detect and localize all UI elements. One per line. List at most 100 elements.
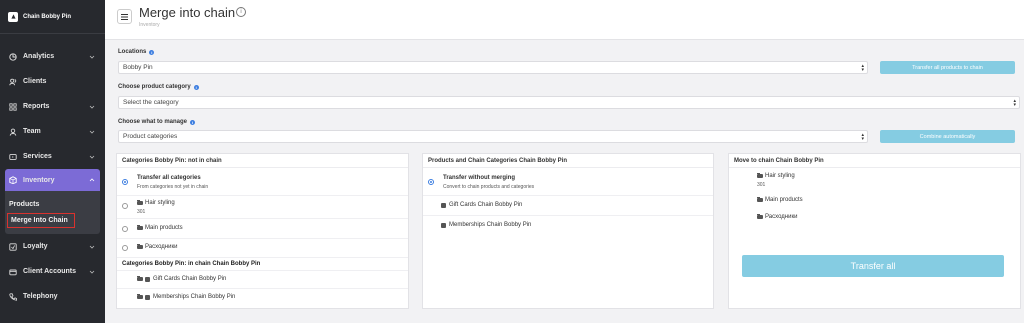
radio-button[interactable] [122, 179, 128, 185]
list-item-label: Gift Cards Chain Bobby Pin [441, 202, 522, 208]
chevron-down-icon [89, 55, 95, 59]
list-item-label: Gift Cards Chain Bobby Pin [137, 276, 226, 282]
folder-icon [137, 294, 143, 299]
list-item-label: Hair styling [757, 173, 795, 179]
list-item[interactable]: Hair styling 301 [117, 196, 408, 219]
folder-icon [137, 200, 143, 205]
sidebar-item-label: Analytics [23, 53, 55, 60]
info-icon[interactable]: i [149, 49, 155, 55]
sidebar: Chain Bobby Pin Analytics Clients Report… [0, 0, 105, 323]
list-item-name: Hair styling [145, 200, 175, 206]
panel-title: Products and Chain Categories Chain Bobb… [423, 154, 713, 168]
option-subtitle: Convert to chain products and categories [443, 184, 535, 190]
sidebar-item-label: Clients [23, 78, 47, 85]
manage-select[interactable]: Product categories ▴ ▾ [118, 130, 868, 143]
info-icon[interactable]: i [190, 119, 196, 125]
membership-icon [145, 294, 150, 300]
select-arrows-icon: ▴ ▾ [1013, 98, 1016, 108]
manage-label: Choose what to manage i [118, 119, 196, 125]
page-title: Merge into chain [139, 5, 236, 20]
list-item-label: Hair styling [137, 200, 175, 206]
folder-icon [757, 214, 763, 219]
sidebar-item-label: Client Accounts [23, 268, 77, 275]
grid-icon [9, 102, 17, 111]
hamburger-icon [121, 13, 128, 20]
transfer-all-button[interactable]: Transfer all [742, 255, 1004, 277]
sidebar-item-clients[interactable]: Clients [0, 69, 105, 94]
list-item[interactable]: Memberships Chain Bobby Pin [423, 216, 713, 236]
sidebar-item-loyalty[interactable]: Loyalty [0, 234, 105, 259]
brand[interactable]: Chain Bobby Pin [0, 0, 105, 34]
chevron-down-icon [89, 105, 95, 109]
list-item-name: Main products [765, 197, 803, 203]
chevron-down-icon [89, 245, 95, 249]
list-item[interactable]: Gift Cards Chain Bobby Pin [423, 196, 713, 216]
submenu-item-merge-into-chain[interactable]: Merge Into Chain [7, 213, 75, 228]
list-item: Main products [729, 191, 1020, 210]
option-transfer-all-categories[interactable]: Transfer all categories From categories … [117, 168, 408, 196]
sidebar-item-label: Inventory [23, 176, 55, 184]
radio-button[interactable] [122, 203, 128, 209]
folder-icon [757, 197, 763, 202]
list-item-count: 301 [757, 182, 766, 188]
sidebar-item-client-accounts[interactable]: Client Accounts [0, 259, 105, 284]
sidebar-item-inventory[interactable]: Inventory [5, 169, 100, 191]
radio-button[interactable] [122, 226, 128, 232]
info-icon[interactable]: i [193, 84, 199, 90]
list-item-label: Расходники [757, 214, 797, 220]
sidebar-item-label: Team [23, 128, 41, 135]
chevron-down-icon [89, 155, 95, 159]
list-item-label: Main products [137, 225, 183, 231]
locations-select[interactable]: Bobby Pin ▴ ▾ [118, 61, 868, 74]
brand-name: Chain Bobby Pin [23, 13, 71, 20]
list-item[interactable]: Main products [117, 219, 408, 239]
radio-button[interactable] [428, 179, 434, 185]
option-transfer-without-merging[interactable]: Transfer without merging Convert to chai… [423, 168, 713, 196]
wallet-icon [9, 268, 17, 276]
sidebar-item-reports[interactable]: Reports [0, 94, 105, 119]
list-item: Gift Cards Chain Bobby Pin [117, 271, 408, 289]
chevron-down-icon [89, 270, 95, 274]
in-chain-section-title: Categories Bobby Pin: in chain Chain Bob… [117, 258, 408, 271]
sidebar-item-label: Services [23, 153, 52, 160]
pie-chart-icon [9, 52, 17, 61]
list-item-name: Main products [145, 225, 183, 231]
list-item: Memberships Chain Bobby Pin [117, 289, 408, 306]
chevron-down-icon [89, 130, 95, 134]
list-item[interactable]: Расходники [117, 239, 408, 258]
breadcrumb: Inventory [139, 22, 160, 28]
list-item-name: Hair styling [765, 173, 795, 179]
list-item-name: Расходники [765, 214, 798, 220]
menu-toggle-button[interactable] [117, 9, 132, 24]
submenu-item-products[interactable]: Products [5, 195, 100, 213]
category-label-text: Choose product category [118, 84, 191, 90]
panel-title: Move to chain Chain Bobby Pin [729, 154, 1020, 168]
list-item-name: Gift Cards Chain Bobby Pin [449, 202, 523, 208]
user-icon [9, 128, 17, 136]
loyalty-icon [9, 242, 17, 251]
sidebar-item-telephony[interactable]: Telephony [0, 284, 105, 309]
combine-automatically-button[interactable]: Combine automatically [880, 130, 1015, 143]
category-select[interactable]: Select the category ▴ ▾ [118, 96, 1020, 109]
list-item-label: Memberships Chain Bobby Pin [137, 294, 235, 300]
list-item-count: 301 [137, 209, 146, 215]
category-label: Choose product category i [118, 84, 199, 90]
category-select-placeholder: Select the category [123, 99, 179, 106]
sidebar-item-analytics[interactable]: Analytics [0, 44, 105, 69]
radio-button[interactable] [122, 245, 128, 251]
sidebar-item-team[interactable]: Team [0, 119, 105, 144]
folder-icon [137, 276, 143, 281]
panel-move-to-chain: Move to chain Chain Bobby Pin Hair styli… [728, 153, 1021, 309]
inventory-submenu: Products Merge Into Chain [5, 191, 100, 234]
sidebar-item-label: Loyalty [23, 243, 48, 250]
info-icon[interactable]: i [236, 7, 246, 17]
transfer-all-products-button[interactable]: Transfer all products to chain [880, 61, 1015, 74]
page-header: Merge into chain i Inventory [105, 0, 1024, 40]
locations-label: Locations i [118, 49, 155, 55]
list-item-name: Memberships Chain Bobby Pin [153, 294, 236, 300]
panel-not-in-chain: Categories Bobby Pin: not in chain Trans… [116, 153, 409, 309]
locations-label-text: Locations [118, 49, 147, 55]
sidebar-item-services[interactable]: Services [0, 144, 105, 169]
main-content: Merge into chain i Inventory Locations i… [105, 0, 1024, 323]
sidebar-nav: Analytics Clients Reports Team Services … [0, 34, 105, 309]
